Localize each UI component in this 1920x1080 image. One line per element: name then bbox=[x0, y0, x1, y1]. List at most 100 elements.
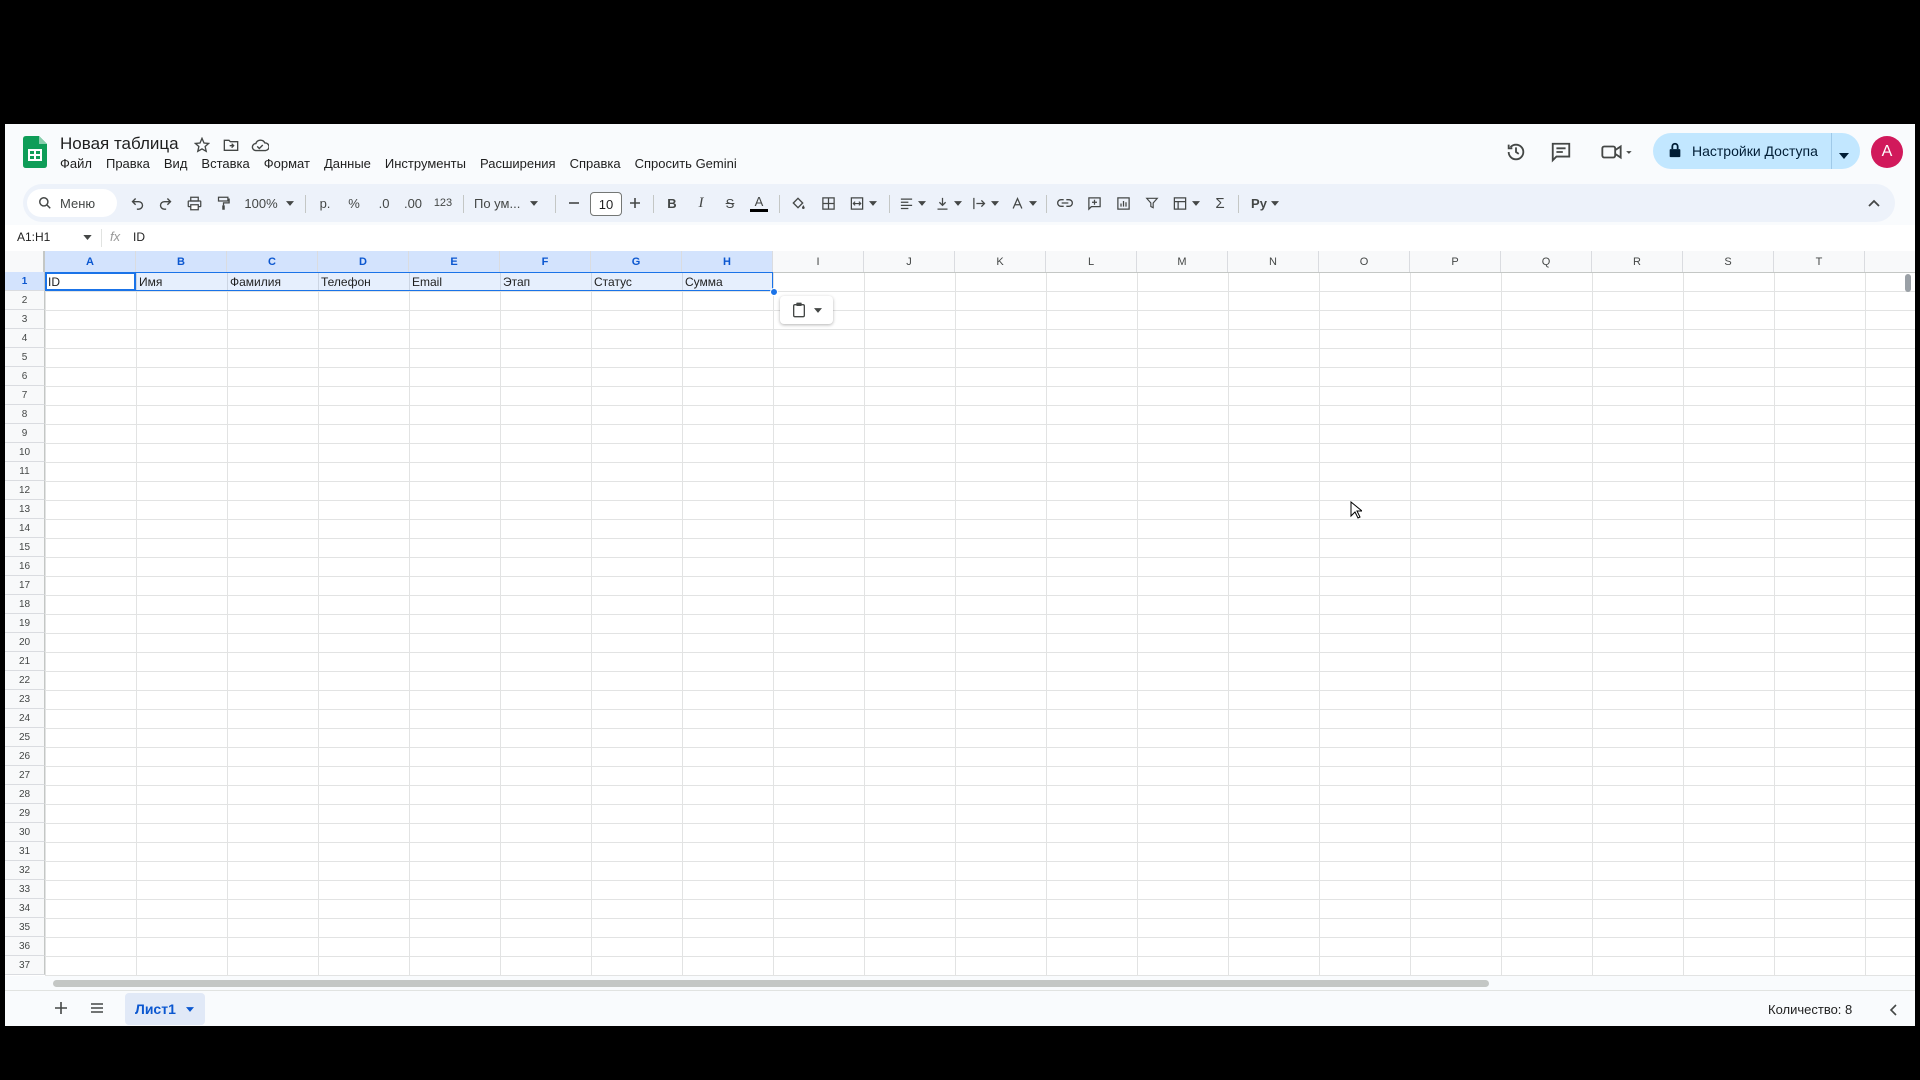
menu-data[interactable]: Данные bbox=[324, 156, 371, 171]
cell[interactable]: Этап bbox=[500, 272, 591, 291]
row-header[interactable]: 16 bbox=[5, 557, 45, 576]
filter-views-icon[interactable] bbox=[1169, 191, 1203, 215]
star-icon[interactable] bbox=[191, 134, 213, 156]
formula-input[interactable]: ID bbox=[133, 230, 145, 244]
row-header[interactable]: 24 bbox=[5, 709, 45, 728]
text-rotation-icon[interactable] bbox=[1007, 191, 1039, 215]
row-header[interactable]: 20 bbox=[5, 633, 45, 652]
chevron-down-icon[interactable] bbox=[185, 1006, 194, 1012]
horizontal-align-icon[interactable] bbox=[897, 191, 927, 215]
cell[interactable]: Фамилия bbox=[227, 272, 318, 291]
italic-button[interactable]: I bbox=[690, 191, 712, 215]
cell[interactable]: Статус bbox=[591, 272, 682, 291]
merge-cells-icon[interactable] bbox=[845, 191, 881, 215]
increase-decimal-button[interactable]: .00 bbox=[400, 191, 426, 215]
row-header[interactable]: 1 bbox=[5, 272, 45, 291]
name-box-dropdown-icon[interactable] bbox=[83, 235, 92, 240]
row-header[interactable]: 29 bbox=[5, 804, 45, 823]
document-title[interactable]: Новая таблица bbox=[60, 134, 179, 154]
cells-area[interactable] bbox=[45, 272, 1915, 976]
row-header[interactable]: 2 bbox=[5, 291, 45, 310]
text-color-button[interactable]: A bbox=[747, 191, 771, 215]
collapse-toolbar-icon[interactable] bbox=[1863, 191, 1885, 215]
cell[interactable]: Телефон bbox=[318, 272, 409, 291]
menu-edit[interactable]: Правка bbox=[106, 156, 150, 171]
row-header[interactable]: 6 bbox=[5, 367, 45, 386]
column-header[interactable]: J bbox=[864, 251, 955, 272]
column-header[interactable]: B bbox=[136, 251, 227, 272]
sheets-logo-icon[interactable] bbox=[23, 136, 47, 168]
column-header[interactable]: A bbox=[45, 251, 136, 272]
horizontal-scrollbar[interactable] bbox=[53, 980, 1489, 987]
column-header[interactable]: D bbox=[318, 251, 409, 272]
decrease-decimal-button[interactable]: .0 bbox=[372, 191, 396, 215]
row-header[interactable]: 8 bbox=[5, 405, 45, 424]
borders-icon[interactable] bbox=[817, 191, 839, 215]
redo-icon[interactable] bbox=[154, 191, 176, 215]
name-box[interactable]: A1:H1 bbox=[17, 230, 50, 244]
menu-ask-gemini[interactable]: Спросить Gemini bbox=[635, 156, 737, 171]
row-header[interactable]: 12 bbox=[5, 481, 45, 500]
percent-format-button[interactable]: % bbox=[343, 191, 365, 215]
paint-format-icon[interactable] bbox=[212, 191, 234, 215]
row-header[interactable]: 3 bbox=[5, 310, 45, 329]
row-header[interactable]: 4 bbox=[5, 329, 45, 348]
menu-help[interactable]: Справка bbox=[570, 156, 621, 171]
menu-tools[interactable]: Инструменты bbox=[385, 156, 466, 171]
functions-button[interactable]: Σ bbox=[1209, 191, 1231, 215]
row-header[interactable]: 37 bbox=[5, 956, 45, 975]
row-header[interactable]: 32 bbox=[5, 861, 45, 880]
row-header[interactable]: 34 bbox=[5, 899, 45, 918]
row-header[interactable]: 5 bbox=[5, 348, 45, 367]
fill-handle[interactable] bbox=[770, 288, 778, 296]
cell[interactable]: Email bbox=[409, 272, 500, 291]
account-avatar[interactable]: A bbox=[1871, 136, 1903, 168]
currency-format-button[interactable]: р. bbox=[314, 191, 336, 215]
fill-color-icon[interactable] bbox=[787, 191, 809, 215]
row-header[interactable]: 19 bbox=[5, 614, 45, 633]
zoom-select[interactable]: 100% bbox=[241, 191, 297, 215]
row-header[interactable]: 22 bbox=[5, 671, 45, 690]
all-sheets-icon[interactable] bbox=[89, 1000, 105, 1021]
row-header[interactable]: 14 bbox=[5, 519, 45, 538]
row-header[interactable]: 31 bbox=[5, 842, 45, 861]
row-header[interactable]: 21 bbox=[5, 652, 45, 671]
row-header[interactable]: 35 bbox=[5, 918, 45, 937]
paste-options-chip[interactable] bbox=[780, 296, 833, 324]
share-button[interactable]: Настройки Доступа bbox=[1653, 133, 1860, 169]
row-header[interactable]: 10 bbox=[5, 443, 45, 462]
insert-link-icon[interactable] bbox=[1054, 191, 1076, 215]
row-header[interactable]: 25 bbox=[5, 728, 45, 747]
menu-view[interactable]: Вид bbox=[164, 156, 188, 171]
column-header[interactable]: K bbox=[955, 251, 1046, 272]
font-size-input[interactable]: 10 bbox=[590, 192, 622, 216]
menu-insert[interactable]: Вставка bbox=[201, 156, 249, 171]
row-header[interactable]: 13 bbox=[5, 500, 45, 519]
search-menu-button[interactable]: Меню bbox=[27, 189, 117, 217]
cell[interactable]: Сумма bbox=[682, 272, 773, 291]
row-header[interactable]: 7 bbox=[5, 386, 45, 405]
filter-icon[interactable] bbox=[1141, 191, 1163, 215]
column-header[interactable]: P bbox=[1410, 251, 1501, 272]
spreadsheet-grid[interactable]: ABCDEFGHIJKLMNOPQRST 1 2 3 4 5 6 7 8 9 10 11 12 13 14… bbox=[5, 251, 1915, 976]
print-icon[interactable] bbox=[183, 191, 205, 215]
column-header[interactable]: I bbox=[773, 251, 864, 272]
row-header[interactable]: 36 bbox=[5, 937, 45, 956]
row-header[interactable]: 17 bbox=[5, 576, 45, 595]
row-header[interactable]: 11 bbox=[5, 462, 45, 481]
increase-font-size-icon[interactable] bbox=[625, 191, 645, 215]
column-header[interactable]: T bbox=[1774, 251, 1865, 272]
number-format-button[interactable]: 123 bbox=[431, 191, 455, 215]
cloud-saved-icon[interactable] bbox=[249, 134, 271, 156]
insert-comment-icon[interactable] bbox=[1083, 191, 1105, 215]
decrease-font-size-icon[interactable] bbox=[564, 191, 584, 215]
column-header[interactable]: S bbox=[1683, 251, 1774, 272]
menu-file[interactable]: Файл bbox=[60, 156, 92, 171]
column-header[interactable]: O bbox=[1319, 251, 1410, 272]
row-header[interactable]: 33 bbox=[5, 880, 45, 899]
input-tools-button[interactable]: Py bbox=[1247, 191, 1283, 215]
strikethrough-button[interactable]: S bbox=[719, 191, 741, 215]
vertical-scrollbar[interactable] bbox=[1905, 274, 1911, 292]
menu-format[interactable]: Формат bbox=[264, 156, 310, 171]
add-sheet-icon[interactable] bbox=[53, 1000, 69, 1021]
